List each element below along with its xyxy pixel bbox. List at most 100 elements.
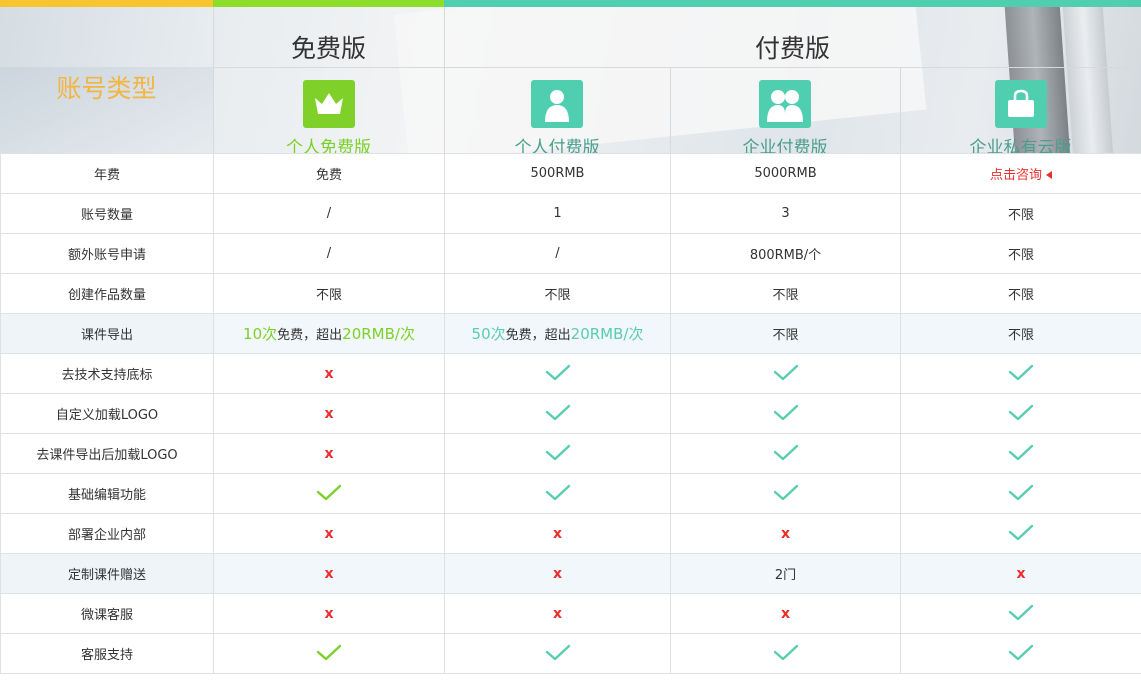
plan-value: 5000RMB <box>670 153 901 194</box>
check-icon <box>670 353 901 394</box>
crown-icon <box>302 80 355 128</box>
table-row: 微课客服 x x x <box>0 593 1141 634</box>
cross-icon: x <box>552 605 563 622</box>
feature-label: 定制课件赠送 <box>0 553 214 594</box>
comparison-table: 年费 免费 500RMB 5000RMB 点击咨询 账号数量/1 3 不限 额外账号申请 //80… <box>0 153 1141 674</box>
cross-icon: x <box>324 445 334 462</box>
pricing-comparison: 账号类型 免费版 付费版 个人免费版 个人付费版 企业付费版 企业私有云版 年费… <box>0 0 1141 682</box>
check-icon <box>444 633 671 674</box>
table-row: 自定义加载LOGO x <box>0 393 1141 434</box>
plan-value: 2门 <box>670 553 901 594</box>
plan-value: 不限 <box>900 313 1141 354</box>
cross-icon: x <box>670 513 901 554</box>
check-icon <box>444 353 671 394</box>
person-icon <box>531 80 583 128</box>
cross-icon: x <box>1016 565 1026 582</box>
value-fragment: 免费，超出 <box>505 328 571 343</box>
cross-icon: x <box>324 565 334 582</box>
plan-value: 不限 <box>213 273 445 314</box>
plan-value: 不限 <box>900 193 1141 234</box>
cross-icon: x <box>213 593 445 634</box>
check-icon <box>444 473 671 514</box>
plan-value: 不限 <box>444 273 671 314</box>
accent-strip-yellow <box>0 0 213 7</box>
cross-icon: x <box>324 365 334 382</box>
plan-value: 免费 <box>213 153 445 194</box>
value-fragment: 50次 <box>471 325 506 343</box>
check-icon <box>670 633 901 674</box>
plan-enterprise-paid: 企业付费版 <box>670 80 900 153</box>
feature-label: 课件导出 <box>0 313 214 354</box>
cross-icon: x <box>552 525 563 542</box>
check-icon <box>670 473 901 514</box>
check-icon <box>444 393 671 434</box>
feature-label: 自定义加载LOGO <box>0 393 214 434</box>
plan-label: 个人付费版 <box>514 138 600 153</box>
check-icon <box>213 633 445 674</box>
value-fragment: 20RMB/次 <box>570 325 644 343</box>
consult-link-label[interactable]: 点击咨询 <box>990 168 1042 183</box>
plan-enterprise-private-cloud: 企业私有云版 <box>900 80 1141 153</box>
plan-value: 不限 <box>900 233 1141 274</box>
cross-icon: x <box>444 553 671 594</box>
bag-icon <box>994 80 1047 128</box>
check-icon <box>670 433 901 474</box>
feature-label: 账号数量 <box>0 193 214 234</box>
account-type-title: 账号类型 <box>56 74 157 103</box>
plan-value: / <box>213 193 445 234</box>
table-row: 定制课件赠送 x x 2门 x <box>0 553 1141 594</box>
table-row: 客服支持 <box>0 633 1141 674</box>
accent-strip-lime <box>213 0 444 7</box>
caret-left-icon <box>1046 171 1052 179</box>
check-icon <box>900 473 1141 514</box>
table-header: 账号类型 免费版 付费版 个人免费版 个人付费版 企业付费版 企业私有云版 <box>0 7 1141 153</box>
check-icon <box>900 513 1141 554</box>
feature-label: 去课件导出后加载LOGO <box>0 433 214 474</box>
plan-label: 个人免费版 <box>286 138 371 153</box>
cross-icon: x <box>213 353 445 394</box>
table-row: 基础编辑功能 <box>0 473 1141 514</box>
plan-value: / <box>444 233 671 274</box>
table-row: 额外账号申请 //800RMB/个 不限 <box>0 233 1141 274</box>
table-row: 账号数量/1 3 不限 <box>0 193 1141 234</box>
check-icon <box>213 473 445 514</box>
accent-strip-teal <box>444 0 1141 7</box>
value-fragment: 10次 <box>243 325 278 343</box>
check-icon <box>670 393 901 434</box>
feature-label: 额外账号申请 <box>0 233 214 274</box>
check-icon <box>900 633 1141 674</box>
plan-value: 1 <box>444 193 671 234</box>
plan-value: 10次免费，超出20RMB/次 <box>213 313 445 354</box>
feature-label: 去技术支持底标 <box>0 353 214 394</box>
free-tier-title: 免费版 <box>290 34 366 63</box>
plan-value: 500RMB <box>444 153 671 194</box>
plan-value: 800RMB/个 <box>670 233 901 274</box>
value-fragment: 免费，超出 <box>277 328 343 343</box>
feature-label: 微课客服 <box>0 593 214 634</box>
cross-icon: x <box>213 393 445 434</box>
cross-icon: x <box>780 605 791 622</box>
cross-icon: x <box>780 525 791 542</box>
table-row: 去技术支持底标 x <box>0 353 1141 394</box>
cross-icon: x <box>670 593 901 634</box>
consult-link[interactable]: 点击咨询 <box>900 153 1141 194</box>
check-icon <box>900 593 1141 634</box>
table-row: 课件导出 10次免费，超出20RMB/次 50次免费，超出20RMB/次 不限 不限 <box>0 313 1141 354</box>
plan-label: 企业付费版 <box>742 138 828 153</box>
plan-value: 不限 <box>670 273 901 314</box>
feature-label: 客服支持 <box>0 633 214 674</box>
table-row: 年费 免费 500RMB 5000RMB 点击咨询 <box>0 153 1141 194</box>
cross-icon: x <box>213 433 445 474</box>
feature-label: 创建作品数量 <box>0 273 214 314</box>
cross-icon: x <box>444 513 671 554</box>
cross-icon: x <box>213 553 445 594</box>
plan-label: 企业私有云版 <box>969 138 1072 153</box>
table-row: 创建作品数量 不限 不限 不限 不限 <box>0 273 1141 314</box>
cross-icon: x <box>324 405 334 422</box>
cross-icon: x <box>900 553 1141 594</box>
value-fragment: 20RMB/次 <box>342 325 415 343</box>
group-icon <box>759 80 811 128</box>
feature-label: 部署企业内部 <box>0 513 214 554</box>
plan-value: 不限 <box>670 313 901 354</box>
feature-label: 基础编辑功能 <box>0 473 214 514</box>
